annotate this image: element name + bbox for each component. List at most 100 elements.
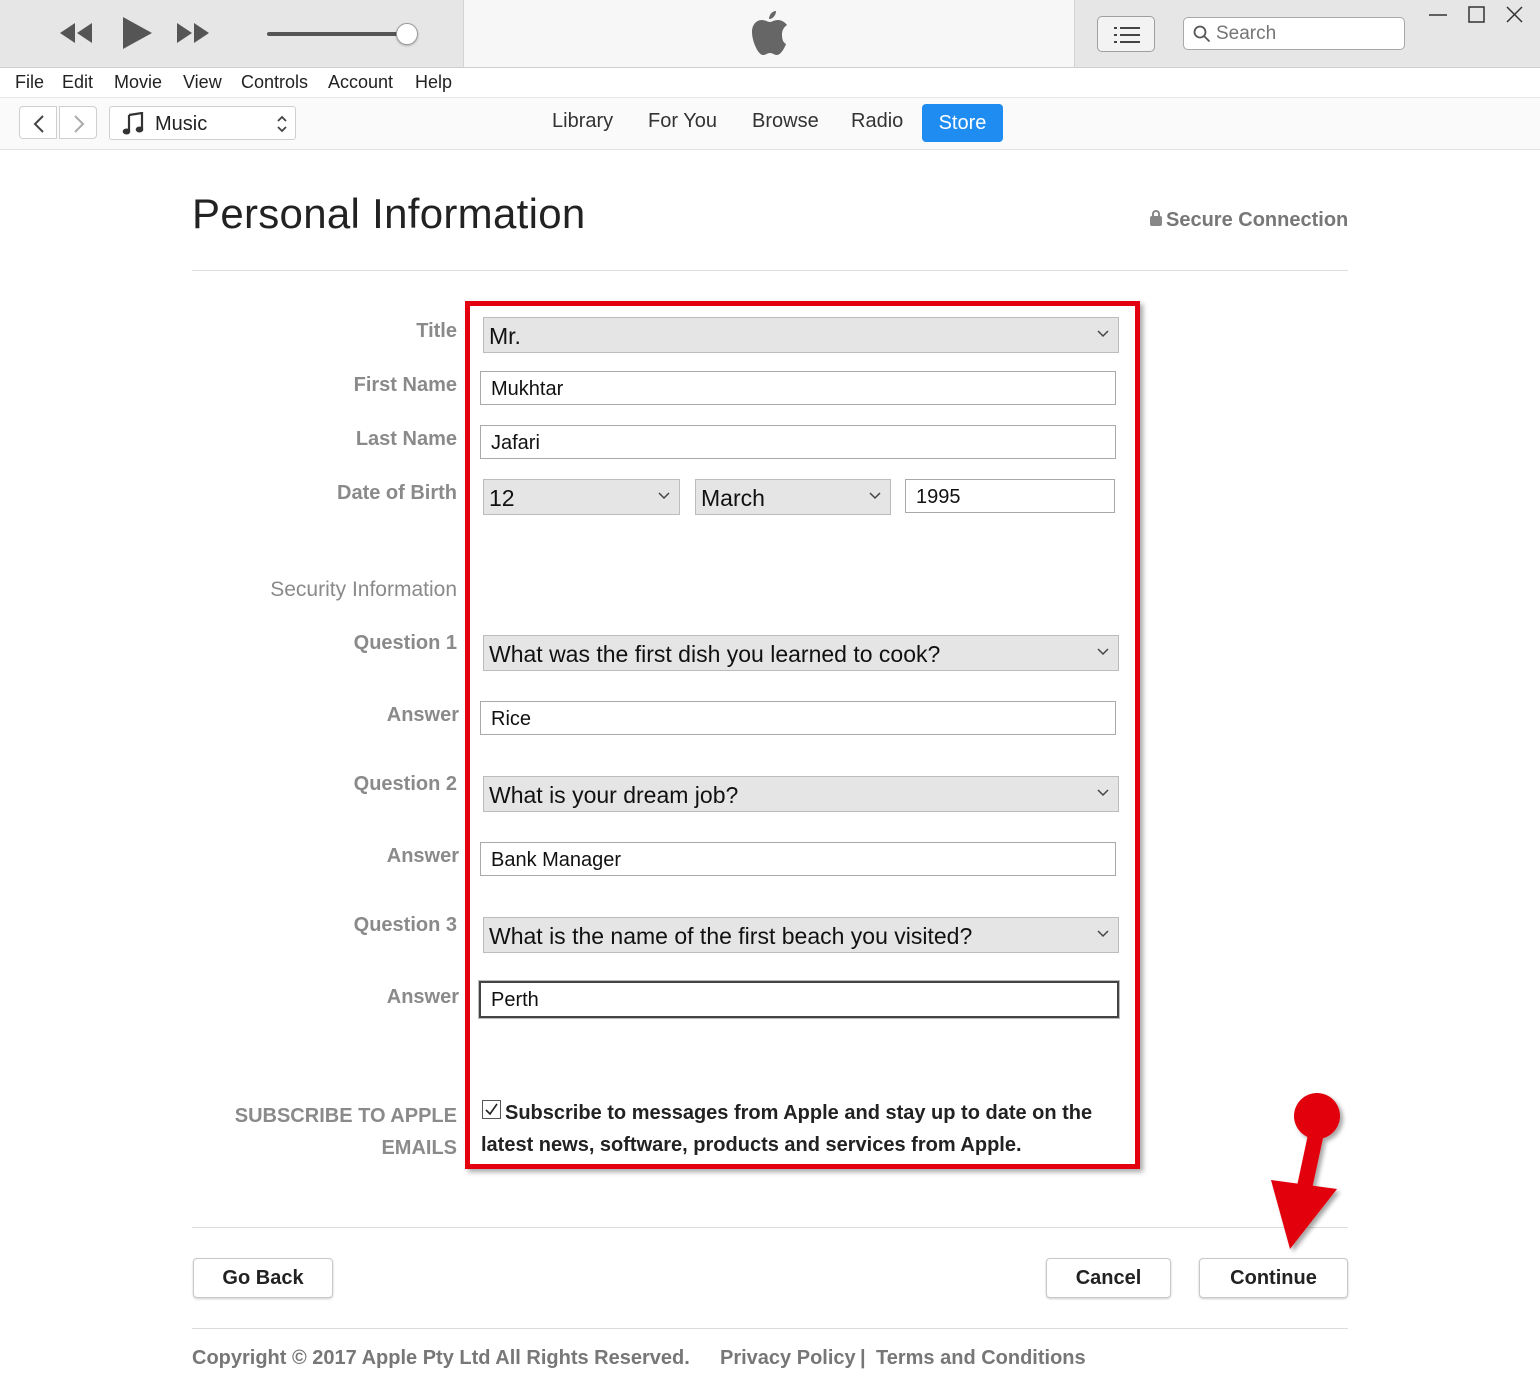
continue-button[interactable]: Continue — [1199, 1258, 1348, 1298]
play-icon — [123, 17, 152, 49]
chevron-right-icon — [74, 115, 85, 133]
subscribe-text: Subscribe to messages from Apple and sta… — [481, 1102, 1093, 1156]
close-icon — [1506, 6, 1523, 23]
forward-button[interactable] — [59, 106, 97, 139]
media-kind-label: Music — [155, 113, 208, 135]
menu-file[interactable]: File — [15, 72, 44, 93]
menu-movie[interactable]: Movie — [114, 72, 162, 93]
now-playing-display — [463, 0, 1075, 67]
secure-connection-label: Secure Connection — [1166, 209, 1349, 231]
player-bar — [0, 0, 1540, 68]
security-section-label: Security Information — [270, 578, 457, 601]
volume-slider[interactable] — [267, 32, 407, 36]
terms-and-conditions-link[interactable]: Terms and Conditions — [876, 1347, 1086, 1370]
menu-bar: File Edit Movie View Controls Account He… — [0, 68, 1540, 98]
answer-2-label: Answer — [386, 845, 459, 867]
question-1-label: Question 1 — [353, 632, 457, 654]
up-down-chevron-icon — [277, 115, 287, 133]
answer-1-field[interactable] — [480, 701, 1116, 735]
chevron-left-icon — [33, 115, 44, 133]
annotation-arrow-icon — [1271, 1093, 1340, 1249]
rewind-button[interactable] — [58, 22, 94, 49]
privacy-policy-link[interactable]: Privacy Policy — [720, 1347, 856, 1370]
question-1-select[interactable]: What was the first dish you learned to c… — [483, 635, 1119, 671]
secure-connection-indicator: Secure Connection — [1150, 209, 1348, 232]
tab-library[interactable]: Library — [552, 110, 613, 133]
answer-3-field[interactable] — [479, 981, 1119, 1018]
first-name-field[interactable] — [480, 371, 1116, 405]
go-back-button[interactable]: Go Back — [193, 1258, 333, 1298]
answer-3-input[interactable] — [491, 987, 1064, 1013]
lock-icon — [1150, 210, 1162, 226]
question-2-value: What is your dream job? — [489, 782, 739, 808]
answer-2-field[interactable] — [480, 842, 1116, 876]
dob-day-select[interactable]: 12 — [483, 479, 680, 515]
footer-separator: | — [860, 1347, 866, 1369]
dob-day-value: 12 — [489, 485, 515, 511]
dob-year-field[interactable] — [905, 479, 1115, 513]
copyright-text: Copyright © 2017 Apple Pty Ltd All Right… — [192, 1347, 690, 1369]
chevron-down-icon — [1097, 930, 1109, 938]
answer-3-label: Answer — [386, 986, 459, 1008]
question-2-label: Question 2 — [353, 773, 457, 795]
menu-edit[interactable]: Edit — [62, 72, 93, 93]
last-name-input[interactable] — [491, 430, 1062, 456]
dob-month-select[interactable]: March — [695, 479, 891, 515]
maximize-button[interactable] — [1465, 4, 1491, 26]
back-button[interactable] — [19, 106, 57, 139]
menu-help[interactable]: Help — [415, 72, 452, 93]
close-button[interactable] — [1503, 4, 1529, 26]
up-next-button[interactable] — [1097, 16, 1155, 52]
fast-forward-button[interactable] — [175, 22, 211, 49]
chevron-down-icon — [1097, 648, 1109, 656]
tab-for-you[interactable]: For You — [648, 110, 717, 133]
title-select[interactable]: Mr. — [483, 317, 1119, 353]
question-2-select[interactable]: What is your dream job? — [483, 776, 1119, 812]
question-3-select[interactable]: What is the name of the first beach you … — [483, 917, 1119, 953]
question-3-value: What is the name of the first beach you … — [489, 923, 973, 949]
answer-1-label: Answer — [386, 704, 459, 726]
tab-store[interactable]: Store — [922, 104, 1003, 142]
tab-radio[interactable]: Radio — [851, 110, 903, 133]
dob-year-input[interactable] — [916, 484, 1104, 510]
question-3-label: Question 3 — [353, 914, 457, 936]
rewind-icon — [60, 23, 92, 43]
subscribe-label-line-1: SUBSCRIBE TO APPLE — [234, 1105, 457, 1127]
volume-knob[interactable] — [396, 23, 418, 45]
nav-bar: Music Library For You Browse Radio Store — [0, 98, 1540, 150]
title-label: Title — [416, 320, 457, 342]
apple-logo-icon — [752, 11, 787, 55]
subscribe-label-line-2: EMAILS — [381, 1137, 457, 1159]
minimize-icon — [1429, 14, 1447, 16]
maximize-icon — [1468, 6, 1485, 23]
answer-1-input[interactable] — [491, 706, 1062, 732]
date-of-birth-label: Date of Birth — [337, 482, 457, 504]
page-title: Personal Information — [192, 190, 586, 237]
chevron-down-icon — [1097, 330, 1109, 338]
subscribe-label: SUBSCRIBE TO APPLE EMAILS — [157, 1100, 457, 1164]
play-button[interactable] — [121, 16, 153, 55]
menu-controls[interactable]: Controls — [241, 72, 308, 93]
answer-2-input[interactable] — [491, 847, 1062, 873]
chevron-down-icon — [658, 492, 670, 500]
fast-forward-icon — [177, 23, 209, 43]
search-icon — [1193, 25, 1211, 43]
tab-browse[interactable]: Browse — [752, 110, 819, 133]
media-kind-selector[interactable]: Music — [109, 106, 296, 140]
last-name-label: Last Name — [355, 428, 457, 450]
header-divider — [192, 270, 1348, 271]
menu-view[interactable]: View — [183, 72, 222, 93]
cancel-button[interactable]: Cancel — [1046, 1258, 1171, 1298]
chevron-down-icon — [1097, 789, 1109, 797]
search-field[interactable] — [1183, 17, 1405, 50]
first-name-input[interactable] — [491, 376, 1062, 402]
minimize-button[interactable] — [1426, 4, 1452, 26]
dob-month-value: March — [701, 485, 765, 511]
search-input[interactable] — [1216, 22, 1396, 46]
question-1-value: What was the first dish you learned to c… — [489, 641, 941, 667]
last-name-field[interactable] — [480, 425, 1116, 459]
footer-top-divider — [192, 1227, 1348, 1228]
list-icon — [1114, 27, 1140, 43]
menu-account[interactable]: Account — [328, 72, 393, 93]
chevron-down-icon — [869, 492, 881, 500]
